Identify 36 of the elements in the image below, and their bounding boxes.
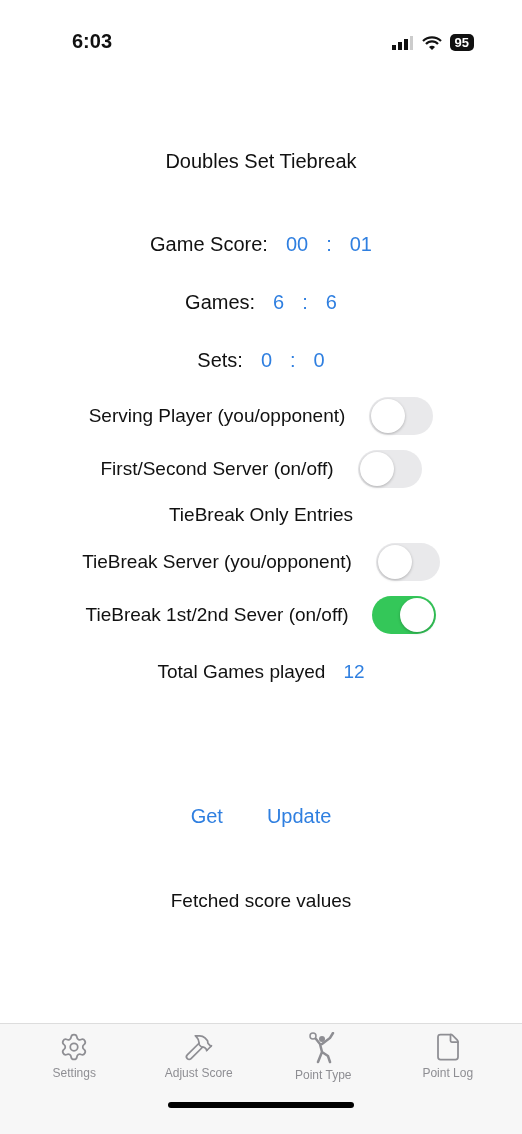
- tab-item[interactable]: Settings: [19, 1032, 130, 1082]
- score-value[interactable]: 01: [349, 232, 372, 256]
- score-value[interactable]: 0: [313, 348, 325, 372]
- score-label: Games:: [185, 290, 256, 314]
- toggle-switch[interactable]: [375, 542, 440, 581]
- score-label: Sets:: [197, 348, 243, 372]
- status-message: Fetched score values: [170, 890, 352, 912]
- screen-title: Doubles Set Tiebreak: [165, 150, 357, 173]
- tab-item[interactable]: Point Type: [268, 1032, 379, 1082]
- wifi-icon: [421, 35, 442, 50]
- battery-level: 95: [449, 34, 474, 51]
- score-value[interactable]: 6: [273, 290, 285, 314]
- score-label: Game Score:: [150, 232, 268, 256]
- score-value[interactable]: 6: [325, 290, 337, 314]
- tab-item[interactable]: Adjust Score: [143, 1032, 254, 1082]
- toggle-switch[interactable]: [372, 595, 437, 634]
- score-separator: :: [302, 290, 308, 314]
- signal-icon: [391, 35, 414, 50]
- action-button[interactable]: Update: [262, 803, 336, 830]
- score-value[interactable]: 00: [285, 232, 309, 256]
- toggle-switch[interactable]: [369, 396, 434, 435]
- total-label: Total Games played: [157, 661, 326, 683]
- score-value[interactable]: 0: [260, 348, 272, 372]
- toggle-label: First/Second Server (on/off): [100, 457, 334, 480]
- total-value: 12: [343, 661, 365, 683]
- status-time: 6:03: [72, 30, 113, 53]
- toggle-label: TieBreak Server (you/opponent): [82, 550, 352, 573]
- toggle-switch[interactable]: [357, 449, 422, 488]
- toggle-label: Serving Player (you/opponent): [88, 404, 346, 427]
- score-separator: :: [290, 348, 296, 372]
- action-button[interactable]: Get: [186, 803, 227, 830]
- score-separator: :: [326, 232, 332, 256]
- hammer-icon: [183, 1032, 214, 1062]
- section-heading: TieBreak Only Entries: [168, 503, 354, 527]
- tab-item[interactable]: Point Log: [392, 1032, 503, 1082]
- toggle-label: TieBreak 1st/2nd Sever (on/off): [85, 603, 349, 626]
